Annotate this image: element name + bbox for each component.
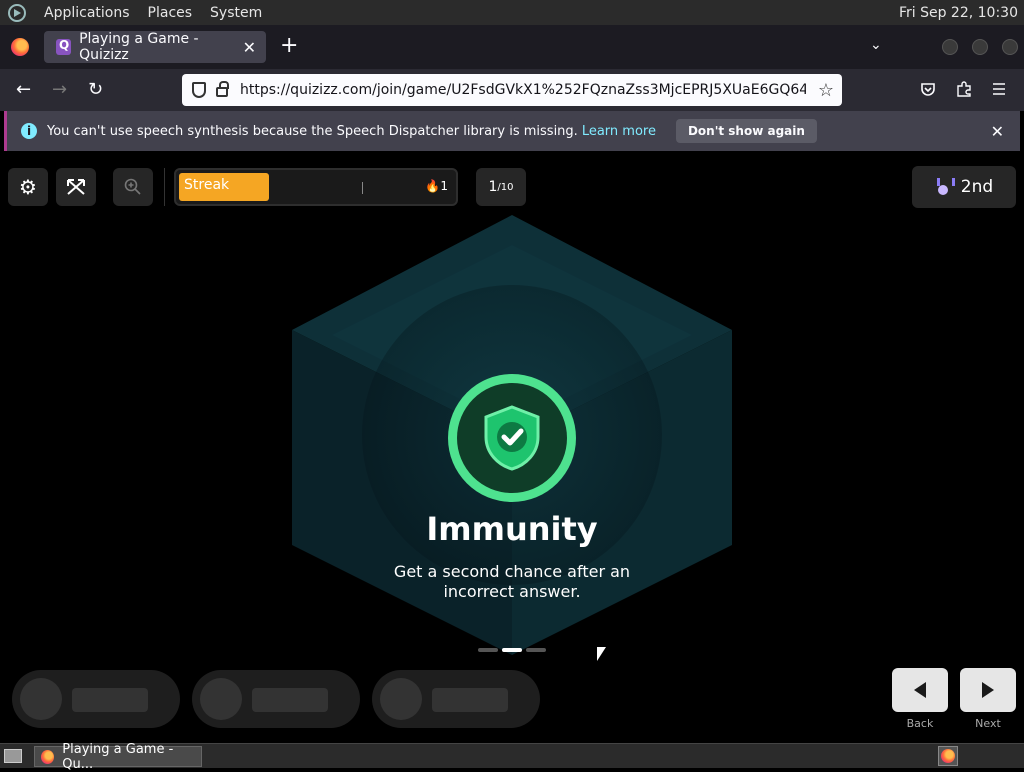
firefox-icon [41, 749, 55, 764]
notification-message: You can't use speech synthesis because t… [47, 123, 578, 139]
browser-nav-bar: ← → ↻ https://quizizz.com/join/game/U2Fs… [0, 69, 1024, 111]
mouse-cursor-icon [597, 647, 606, 661]
close-notification-icon[interactable]: ✕ [991, 122, 1004, 141]
forward-arrow-icon[interactable]: → [52, 79, 67, 100]
question-counter: 1/10 [476, 168, 526, 206]
streak-bar: Streak 🔥1 [174, 168, 458, 206]
tab-active[interactable]: Playing a Game - Quizizz ✕ [44, 31, 266, 63]
settings-button[interactable]: ⚙ [8, 168, 48, 206]
shield-check-icon [484, 405, 540, 471]
tray-firefox-icon[interactable] [938, 746, 958, 766]
bookmark-star-icon[interactable]: ☆ [818, 80, 834, 101]
menu-places[interactable]: Places [148, 5, 193, 21]
crossed-swords-icon [67, 179, 85, 195]
medal-icon [935, 178, 955, 196]
carousel-dot[interactable] [526, 648, 546, 652]
rank-badge[interactable]: 2nd [912, 166, 1016, 208]
url-text[interactable]: https://quizizz.com/join/game/U2FsdGVkX1… [240, 82, 806, 98]
carousel-dot[interactable] [478, 648, 498, 652]
new-tab-button[interactable]: + [280, 35, 298, 57]
powerup-description: Get a second chance after an incorrect a… [393, 562, 631, 601]
powerup-title: Immunity [426, 510, 598, 548]
dont-show-again-button[interactable]: Don't show again [675, 119, 817, 143]
extensions-puzzle-icon[interactable] [956, 81, 972, 97]
clock[interactable]: Fri Sep 22, 10:30 [899, 5, 1018, 21]
menu-applications[interactable]: Applications [44, 5, 130, 21]
streak-milestone-tick [362, 182, 363, 194]
flame-icon: 🔥 [425, 179, 441, 193]
show-desktop-icon[interactable] [4, 749, 22, 763]
close-window-button[interactable] [1002, 39, 1018, 55]
info-icon: i [21, 123, 37, 139]
back-arrow-icon[interactable]: ← [16, 79, 31, 100]
divider [164, 168, 165, 206]
gear-icon: ⚙ [19, 175, 37, 199]
hamburger-menu-icon[interactable] [992, 82, 1006, 96]
close-tab-icon[interactable]: ✕ [243, 38, 256, 57]
next-button[interactable] [960, 668, 1016, 712]
zoom-in-icon [124, 178, 141, 195]
menu-system[interactable]: System [210, 5, 262, 21]
tab-title: Playing a Game - Quizizz [79, 31, 199, 63]
streak-label: Streak [184, 177, 230, 193]
powerups-button[interactable] [56, 168, 96, 206]
maximize-window-button[interactable] [972, 39, 988, 55]
tracking-protection-shield-icon[interactable] [192, 82, 206, 98]
notification-bar: i You can't use speech synthesis because… [4, 111, 1020, 151]
taskbar-window-title: Playing a Game - Qu... [62, 741, 174, 772]
powerup-slot-placeholder [192, 670, 360, 728]
reload-icon[interactable]: ↻ [88, 79, 103, 100]
taskbar: Playing a Game - Qu... [0, 742, 1024, 772]
immunity-badge [448, 374, 576, 502]
back-button[interactable] [892, 668, 948, 712]
zoom-button[interactable] [113, 168, 153, 206]
streak-count: 🔥1 [425, 179, 448, 193]
distro-logo-icon[interactable] [8, 3, 26, 22]
carousel-dot-active[interactable] [502, 648, 522, 652]
streak-count-value: 1 [440, 179, 448, 193]
learn-more-link[interactable]: Learn more [582, 124, 656, 139]
next-label: Next [975, 717, 1001, 730]
taskbar-window-firefox[interactable]: Playing a Game - Qu... [34, 742, 202, 772]
quizizz-favicon-icon [56, 38, 72, 55]
browser-tab-bar: Playing a Game - Quizizz ✕ + ⌄ [0, 25, 1024, 69]
system-top-panel: Applications Places System Fri Sep 22, 1… [0, 0, 1024, 25]
back-label: Back [906, 717, 934, 730]
triangle-right-icon [982, 682, 994, 698]
question-total: /10 [497, 181, 514, 193]
minimize-window-button[interactable] [942, 39, 958, 55]
triangle-left-icon [914, 682, 926, 698]
lock-icon[interactable] [216, 81, 229, 97]
pocket-icon[interactable] [920, 81, 936, 97]
powerup-slot-placeholder [12, 670, 180, 728]
firefox-view-icon[interactable] [11, 38, 29, 56]
game-area: ⚙ Streak 🔥1 1/10 2nd Immunity Get a seco… [0, 155, 1024, 743]
chevron-down-icon[interactable]: ⌄ [870, 37, 882, 53]
rank-text: 2nd [960, 177, 994, 197]
url-bar[interactable]: https://quizizz.com/join/game/U2FsdGVkX1… [182, 74, 842, 106]
powerup-slot-placeholder [372, 670, 540, 728]
question-current: 1 [488, 179, 498, 195]
